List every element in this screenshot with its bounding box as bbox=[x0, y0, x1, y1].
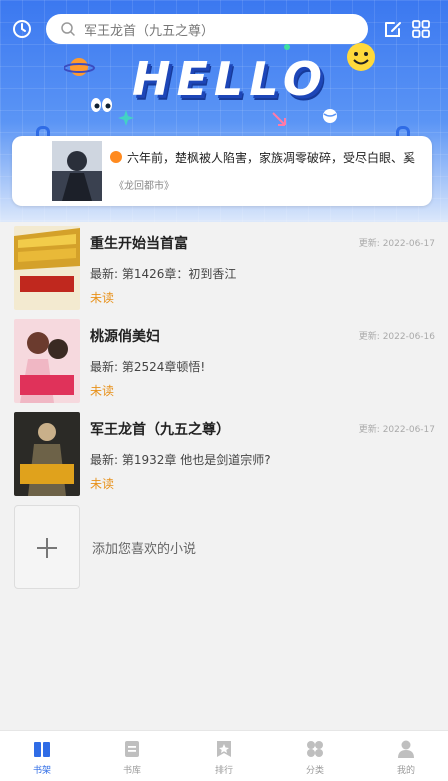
library-icon bbox=[125, 741, 139, 757]
book-latest-chapter: 最新: 第2524章顿悟! bbox=[90, 360, 206, 374]
book-item[interactable]: 桃源俏美妇 更新: 2022-06-16 最新: 第2524章顿悟! 未读 bbox=[0, 315, 448, 407]
book-title: 桃源俏美妇 bbox=[90, 329, 160, 345]
plus-icon-vertical bbox=[46, 538, 48, 558]
fire-icon bbox=[110, 151, 122, 163]
top-bar: 军王龙首（九五之尊） bbox=[0, 12, 448, 46]
add-book-label[interactable]: 添加您喜欢的小说 bbox=[92, 538, 196, 557]
eyes-icon bbox=[91, 98, 112, 112]
book-cover bbox=[14, 226, 80, 310]
recommend-card[interactable]: 六年前，楚枫被人陷害，家族凋零破碎，受尽白眼、奚 《龙回都市》 bbox=[12, 136, 432, 206]
category-icon bbox=[307, 741, 323, 757]
unread-badge: 未读 bbox=[90, 384, 115, 398]
book-update-date: 更新: 2022-06-17 bbox=[358, 425, 435, 435]
book-title: 重生开始当首富 bbox=[90, 236, 188, 252]
profile-icon bbox=[398, 740, 414, 758]
bookshelf-icon bbox=[34, 742, 50, 757]
sparkle-icon bbox=[118, 110, 134, 126]
unread-badge: 未读 bbox=[90, 291, 115, 305]
recommend-cover bbox=[52, 141, 102, 201]
book-update-date: 更新: 2022-06-17 bbox=[358, 239, 435, 249]
recommend-description: 六年前，楚枫被人陷害，家族凋零破碎，受尽白眼、奚 bbox=[110, 149, 424, 166]
tab-category[interactable]: 分类 bbox=[285, 731, 345, 781]
recommend-category: 《龙回都市》 bbox=[114, 181, 174, 192]
grid-icon[interactable] bbox=[411, 19, 431, 39]
book-latest-chapter: 最新: 第1932章 他也是剑道宗师? bbox=[90, 453, 271, 467]
clock-icon[interactable] bbox=[12, 19, 32, 39]
search-icon bbox=[61, 22, 75, 36]
search-bar[interactable]: 军王龙首（九五之尊） bbox=[46, 14, 368, 44]
book-item[interactable]: 重生开始当首富 更新: 2022-06-17 最新: 第1426章：初到香江 未… bbox=[0, 222, 448, 314]
ranking-icon bbox=[217, 741, 231, 757]
book-cover bbox=[14, 412, 80, 496]
book-item[interactable]: 军王龙首（九五之尊） 更新: 2022-06-17 最新: 第1932章 他也是… bbox=[0, 408, 448, 500]
tab-ranking[interactable]: 排行 bbox=[194, 731, 254, 781]
bottom-tab-bar: 书架 书库 排行 分类 我的 bbox=[0, 730, 448, 781]
tab-profile[interactable]: 我的 bbox=[376, 731, 436, 781]
edit-icon[interactable] bbox=[383, 19, 403, 39]
unread-badge: 未读 bbox=[90, 477, 115, 491]
book-cover bbox=[14, 319, 80, 403]
smiley-icon bbox=[347, 43, 375, 71]
tab-bookshelf[interactable]: 书架 bbox=[12, 731, 72, 781]
book-title: 军王龙首（九五之尊） bbox=[90, 422, 230, 438]
arrow-icon bbox=[272, 112, 286, 126]
hello-title: HELLO bbox=[132, 52, 329, 106]
hero-banner: 军王龙首（九五之尊） HELLO 六年前，楚枫被人陷害，家族凋零破碎，受尽白眼、… bbox=[0, 0, 448, 222]
book-latest-chapter: 最新: 第1426章：初到香江 bbox=[90, 267, 237, 281]
search-placeholder: 军王龙首（九五之尊） bbox=[84, 23, 215, 39]
dot-decoration bbox=[284, 44, 290, 50]
tab-library[interactable]: 书库 bbox=[102, 731, 162, 781]
ball-icon bbox=[323, 109, 337, 123]
book-update-date: 更新: 2022-06-16 bbox=[358, 332, 435, 342]
add-book-button[interactable] bbox=[14, 505, 80, 589]
planet-icon bbox=[64, 58, 95, 76]
